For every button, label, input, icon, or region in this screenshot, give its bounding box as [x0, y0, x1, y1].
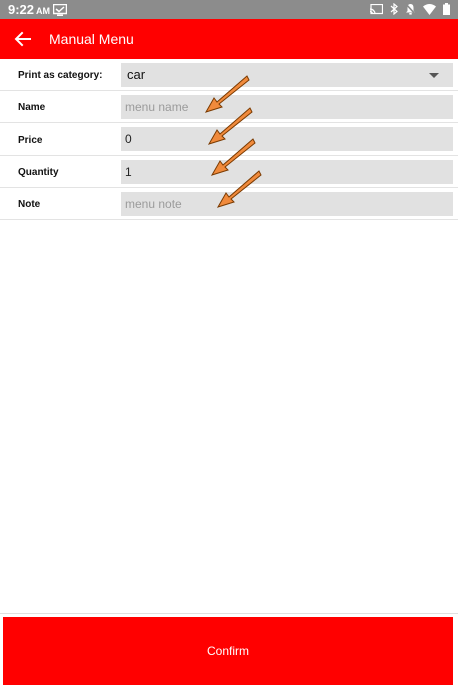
page-title: Manual Menu: [49, 31, 134, 47]
quantity-input[interactable]: 1: [121, 160, 453, 184]
note-input[interactable]: menu note: [121, 192, 453, 216]
back-button[interactable]: [12, 29, 36, 49]
category-select-value: car: [127, 67, 146, 82]
price-label: Price: [18, 135, 43, 146]
annotation-arrow-icon: [216, 170, 262, 208]
status-ampm: AM: [36, 6, 51, 16]
category-select[interactable]: car: [121, 63, 453, 87]
name-label: Name: [18, 102, 46, 113]
wifi-icon: [423, 3, 436, 15]
battery-icon: [443, 3, 450, 15]
bluetooth-icon: [390, 3, 398, 15]
category-label: Print as category:: [18, 70, 103, 81]
chevron-down-icon: [429, 73, 439, 78]
status-bar: 9:22 AM: [0, 0, 458, 19]
status-icons: [370, 3, 450, 15]
price-input[interactable]: 0: [121, 127, 453, 151]
notifications-off-icon: [405, 3, 416, 15]
status-time-value: 9:22: [8, 2, 35, 17]
confirm-button-label: Confirm: [206, 644, 249, 658]
name-input[interactable]: menu name: [121, 95, 453, 119]
app-bar: Manual Menu: [0, 19, 458, 59]
bottom-divider: [0, 613, 458, 614]
arrow-left-icon: [14, 31, 31, 47]
quantity-label: Quantity: [18, 167, 59, 178]
note-label: Note: [18, 199, 41, 210]
cast-icon: [370, 3, 383, 15]
status-time: 9:22 AM: [8, 2, 50, 17]
confirm-button[interactable]: Confirm: [3, 617, 453, 685]
